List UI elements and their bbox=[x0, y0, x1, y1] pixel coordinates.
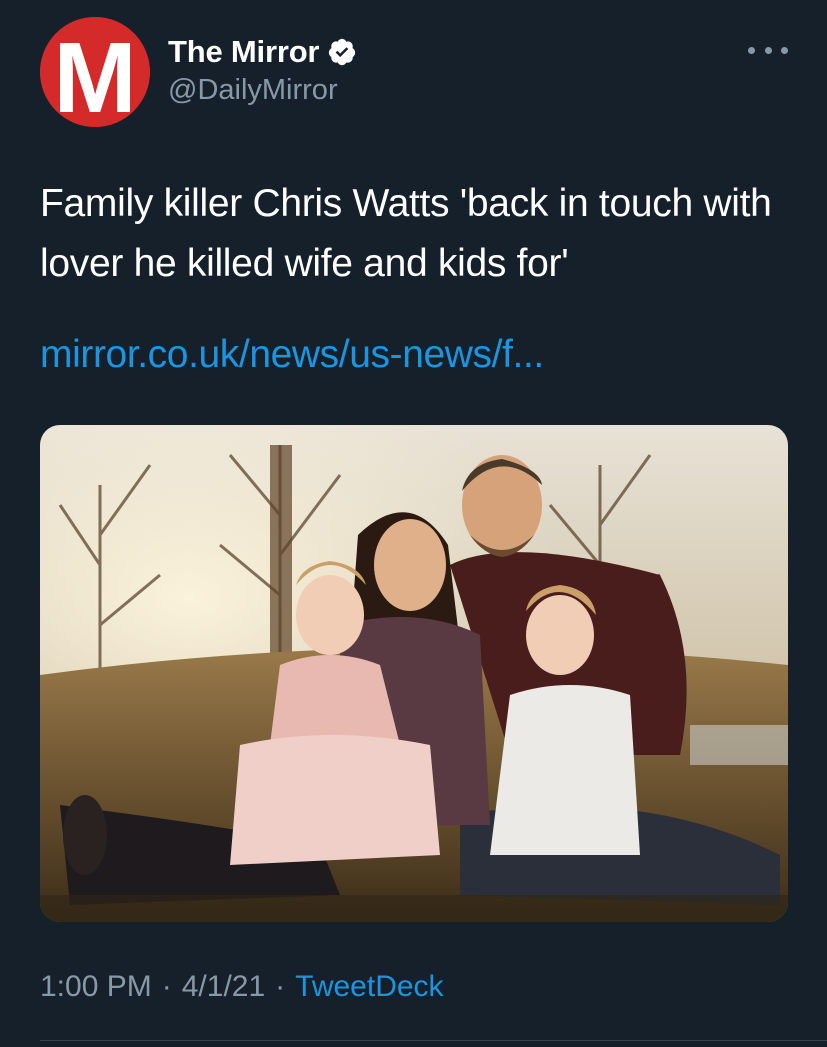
avatar-letter: M bbox=[53, 22, 136, 127]
verified-badge-icon bbox=[329, 38, 356, 66]
tweet-time[interactable]: 1:00 PM bbox=[40, 970, 152, 1004]
more-dot bbox=[764, 46, 772, 54]
tweet-date[interactable]: 4/1/21 bbox=[182, 970, 265, 1004]
tweet: M The Mirror @DailyMirror Family killer … bbox=[0, 0, 827, 1047]
photo-image bbox=[40, 425, 788, 922]
more-options-icon[interactable] bbox=[748, 36, 788, 64]
tweet-link[interactable]: mirror.co.uk/news/us-news/f... bbox=[40, 330, 544, 380]
avatar[interactable]: M bbox=[40, 17, 150, 127]
tweet-photo[interactable] bbox=[40, 425, 788, 922]
author-handle[interactable]: @DailyMirror bbox=[168, 74, 338, 107]
meta-separator: · bbox=[275, 970, 286, 1003]
divider bbox=[40, 1040, 827, 1041]
more-dot bbox=[781, 46, 788, 54]
author-name-row: The Mirror bbox=[168, 32, 357, 72]
display-name[interactable]: The Mirror bbox=[168, 34, 319, 70]
tweet-source[interactable]: TweetDeck bbox=[295, 970, 443, 1004]
tweet-meta: 1:00 PM · 4/1/21 · TweetDeck bbox=[40, 970, 444, 1004]
tweet-text: Family killer Chris Watts 'back in touch… bbox=[40, 182, 772, 285]
more-dot bbox=[748, 46, 755, 54]
meta-separator: · bbox=[161, 970, 172, 1003]
mirror-logo-icon: M bbox=[40, 17, 150, 127]
